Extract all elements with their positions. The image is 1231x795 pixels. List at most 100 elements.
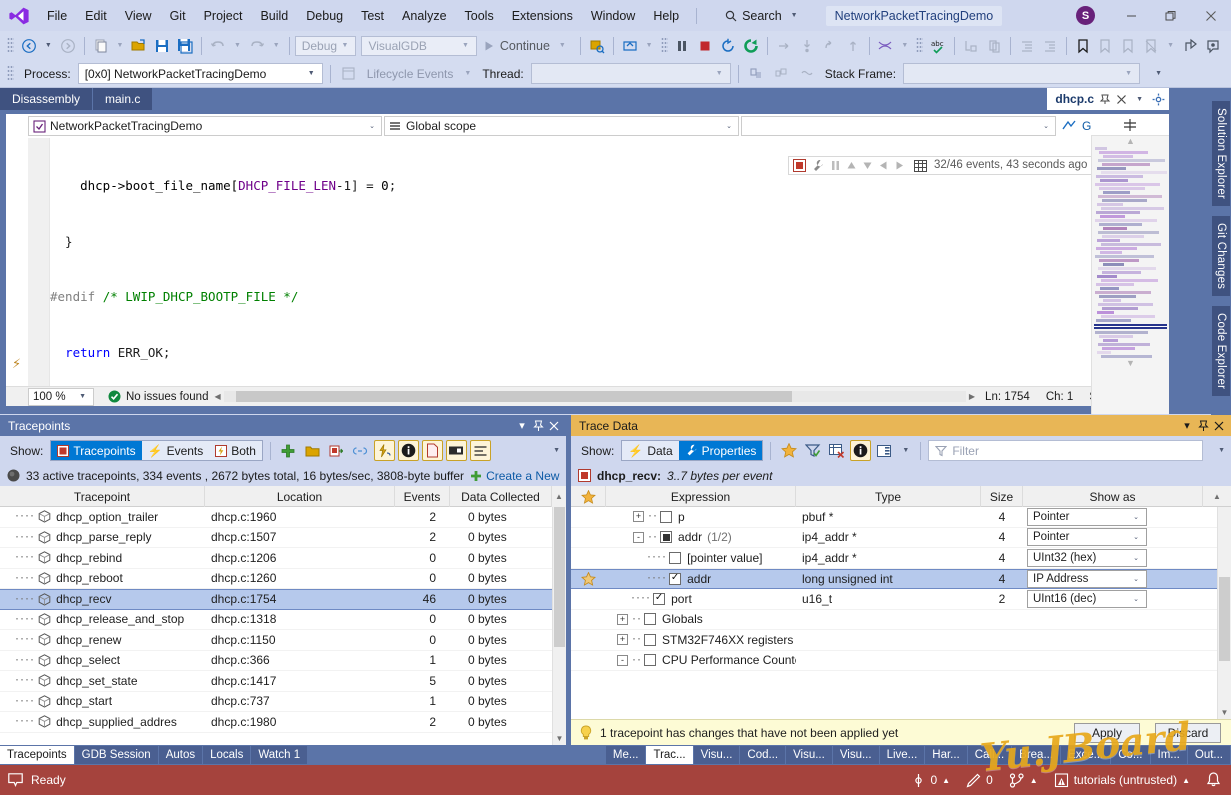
checkbox[interactable] [644,654,657,667]
bookmark-overflow-icon[interactable]: ▼ [1163,42,1178,49]
menu-item-tools[interactable]: Tools [456,6,503,26]
solution-configuration-combo[interactable]: Debug ▼ [294,35,357,56]
tracepoint-prev-left-icon[interactable] [878,160,889,171]
thread-dropdown-icon[interactable]: ▼ [897,42,912,49]
menu-item-test[interactable]: Test [352,6,393,26]
solution-platform-combo[interactable]: VisualGDB ▼ [361,35,477,56]
column-header-events[interactable]: Events [395,486,450,507]
table-row[interactable]: ···· ✓ addr long unsigned int 4 IP Address ⌄ [571,568,1217,589]
zoom-level-combo[interactable]: 100 % ▼ [28,387,94,406]
column-header-data-collected[interactable]: Data Collected [450,486,552,507]
column-header-location[interactable]: Location [205,486,395,507]
panel-menu-chevron-icon[interactable]: ▾ [1179,417,1195,434]
live-share-icon[interactable] [1203,35,1225,57]
favorite-cell[interactable] [571,610,606,630]
trace-data-toolbar-overflow-icon[interactable]: ▼ [1214,447,1231,454]
open-tracepoint-group-icon[interactable] [302,440,323,461]
code-minimap[interactable]: ▲ ▼ [1091,136,1169,414]
tracepoint-info-icon[interactable] [397,440,419,461]
tool-tab-git-changes[interactable]: Git Changes [1212,215,1230,297]
show-as-cell[interactable] [1023,630,1203,650]
table-row[interactable]: ···· dhcp_supplied_addres dhcp.c:1980 2 0 by… [0,712,552,733]
bottom-tab-right-live[interactable]: Live... [879,746,925,764]
break-all-icon[interactable] [672,35,694,57]
close-icon[interactable] [1116,94,1127,105]
table-row[interactable]: - ·· CPU Performance Counte [571,651,1217,671]
checkbox[interactable]: ✓ [669,572,682,585]
minimize-button[interactable] [1111,0,1151,31]
show-as-combo[interactable]: Pointer ⌄ [1027,507,1147,526]
columns-layout-icon[interactable] [874,440,895,461]
menu-item-view[interactable]: View [116,6,161,26]
table-row[interactable]: ···· dhcp_set_state dhcp.c:1417 5 0 bytes [0,671,552,692]
toggle-bookmark-icon[interactable] [1072,35,1094,57]
show-as-combo[interactable]: Pointer ⌄ [1027,528,1147,547]
export-tracepoints-icon[interactable] [326,440,347,461]
toggle-all-tracepoints-icon[interactable] [373,440,395,461]
tracepoint-prev-up-icon[interactable] [846,160,857,171]
column-header-type[interactable]: Type [796,486,981,507]
column-header-tracepoint[interactable]: Tracepoint [0,486,205,507]
column-header-size[interactable]: Size [981,486,1023,507]
search-box[interactable]: Search ▼ [719,7,808,25]
menu-item-debug[interactable]: Debug [297,6,352,26]
spell-check-icon[interactable]: abc [927,35,949,57]
bottom-tab-right-co[interactable]: Co... [1111,746,1150,764]
navigate-backward-button[interactable] [18,35,40,57]
bottom-tab-right-im[interactable]: Im... [1150,746,1187,764]
scroll-down-icon[interactable]: ▼ [556,731,564,745]
menu-item-file[interactable]: File [38,6,76,26]
create-new-tracepoint-link[interactable]: Create a New [470,469,559,483]
columns-dropdown-icon[interactable]: ▼ [898,447,913,454]
new-dropdown-icon[interactable]: ▼ [113,42,128,49]
pin-icon[interactable] [1195,417,1211,434]
show-mode-data[interactable]: ⚡ Data [622,441,678,460]
filter-input[interactable]: Filter [928,440,1204,461]
tracepoint-table-icon[interactable] [914,159,927,172]
menu-item-git[interactable]: Git [161,6,195,26]
hscroll-track[interactable] [223,391,966,402]
checkbox[interactable] [669,551,682,564]
checkbox[interactable] [660,531,673,544]
save-all-icon[interactable] [174,35,196,57]
checkbox[interactable] [660,510,673,523]
bottom-tab-watch-1[interactable]: Watch 1 [251,746,308,764]
notifications-indicator[interactable] [1206,772,1221,788]
grid-scroll-up-icon[interactable]: ▲ [552,486,566,507]
checkbox[interactable]: ✓ [653,592,666,605]
scroll-right-icon[interactable]: ▶ [969,392,975,401]
toolbar-grip-2[interactable] [660,37,668,54]
star-icon[interactable] [581,571,596,586]
show-mode-properties[interactable]: Properties [678,441,763,460]
show-as-cell[interactable]: IP Address ⌄ [1023,569,1203,589]
breakpoint-margin[interactable] [6,138,28,386]
document-tab-disassembly[interactable]: Disassembly [0,88,93,110]
favorite-cell[interactable] [571,589,606,609]
scroll-left-icon[interactable]: ◀ [214,392,220,401]
checkbox[interactable] [644,633,657,646]
tool-tab-solution-explorer[interactable]: Solution Explorer [1212,101,1230,206]
show-mode-tracepoints[interactable]: Tracepoints [51,441,142,460]
trace-data-vertical-scrollbar[interactable]: ▼ [1217,507,1231,719]
close-button[interactable] [1191,0,1231,31]
table-row[interactable]: ···· dhcp_start dhcp.c:737 1 0 bytes [0,692,552,712]
tool-tab-code-explorer[interactable]: Code Explorer [1212,306,1230,397]
maximize-restore-button[interactable] [1151,0,1191,31]
source-control-changes-indicator[interactable]: 0 ▲ [912,773,950,788]
tracepoint-pause-icon[interactable] [830,160,841,171]
table-row[interactable]: - ·· addr (1/2) ip4_addr * 4 Pointer ⌄ [571,528,1217,548]
menu-item-build[interactable]: Build [251,6,297,26]
bottom-tab-right-trac[interactable]: Trac... [646,746,693,764]
column-header-show-as[interactable]: Show as [1023,486,1203,507]
bottom-tab-right-cod[interactable]: Cod... [740,746,786,764]
stop-debugging-icon[interactable] [694,35,716,57]
apply-button[interactable]: Apply [1074,722,1140,743]
toolbar-overflow-icon[interactable]: ▼ [1151,70,1166,77]
horizontal-scrollbar[interactable]: ◀ ▶ [214,391,975,403]
tracepoint-next-right-icon[interactable] [894,160,905,171]
bottom-tab-right-visu[interactable]: Visu... [693,746,740,764]
pending-edits-indicator[interactable]: 0 [966,773,993,788]
tab-list-chevron-icon[interactable]: ▼ [1132,96,1147,103]
grid-scroll-up-icon[interactable]: ▲ [1203,486,1231,507]
show-as-cell[interactable] [1023,610,1203,630]
